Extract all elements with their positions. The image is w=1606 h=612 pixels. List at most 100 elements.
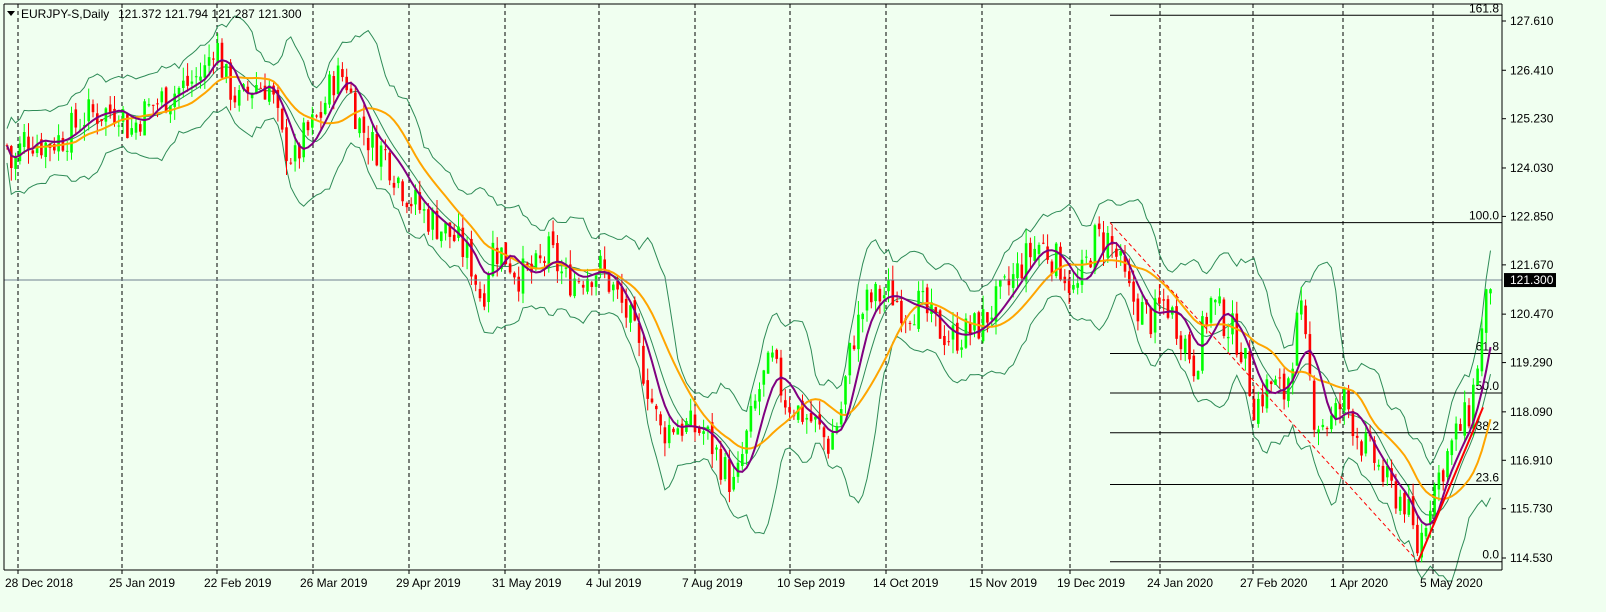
candle-body <box>1398 496 1402 511</box>
candle-body <box>414 189 417 205</box>
candle-body <box>990 317 993 320</box>
candle-body <box>31 150 35 154</box>
candle-body <box>612 284 615 291</box>
x-tick-label: 24 Jan 2020 <box>1147 576 1213 590</box>
candle-body <box>444 222 447 234</box>
candle-body <box>366 137 370 151</box>
candle-body <box>1459 424 1462 431</box>
candle-body <box>1360 441 1363 456</box>
candle-body <box>590 282 594 287</box>
candle-body <box>384 149 387 151</box>
candle-body <box>938 310 942 339</box>
candle-body <box>719 449 723 480</box>
y-tick-label: 116.910 <box>1510 453 1553 467</box>
candle-body <box>1252 398 1256 421</box>
candle-body <box>1183 338 1187 353</box>
candle-body <box>452 234 456 241</box>
y-tick-label: 120.470 <box>1510 307 1554 321</box>
candle-body <box>1162 299 1165 301</box>
candle-body <box>1016 263 1019 279</box>
candle-body <box>1003 276 1006 278</box>
candle-body <box>556 243 559 272</box>
candle-body <box>1463 402 1466 436</box>
candle-body <box>70 112 73 153</box>
candle-body <box>371 132 374 148</box>
candle-body <box>431 210 434 230</box>
candle-body <box>27 136 30 150</box>
x-tick-label: 22 Feb 2019 <box>204 576 272 590</box>
candle-body <box>108 104 112 112</box>
candle-body <box>1454 423 1458 440</box>
candle-body <box>852 345 856 350</box>
candle-body <box>483 293 486 307</box>
candle-body <box>349 88 353 93</box>
candle-body <box>667 424 671 444</box>
candle-body <box>702 431 705 434</box>
x-tick-label: 19 Dec 2019 <box>1057 576 1125 590</box>
price-chart[interactable]: 161.8100.061.850.038.223.60.0 127.610126… <box>0 0 1606 612</box>
candle-body <box>947 341 950 343</box>
candle-body <box>225 64 228 78</box>
candle-body <box>358 118 361 134</box>
candle-body <box>1484 289 1488 333</box>
candle-body <box>1097 223 1101 230</box>
candle-body <box>1450 440 1454 456</box>
candle-body <box>1325 428 1329 430</box>
candle-body <box>999 279 1002 287</box>
candle-body <box>951 325 955 340</box>
candle-body <box>900 300 903 324</box>
candle-body <box>1403 492 1406 515</box>
candle-body <box>1214 299 1217 303</box>
candle-body <box>1317 429 1320 433</box>
y-tick-label: 114.530 <box>1510 551 1553 565</box>
candle-body <box>1226 336 1230 339</box>
candle-body <box>311 114 314 128</box>
candle-body <box>44 142 47 158</box>
candle-body <box>917 290 920 329</box>
candle-body <box>151 104 155 106</box>
fib-level-label: 50.0 <box>1476 379 1500 393</box>
candle-body <box>766 352 770 374</box>
candle-body <box>624 298 628 318</box>
candle-body <box>715 447 718 450</box>
candle-body <box>573 278 576 297</box>
candle-body <box>237 90 241 106</box>
candle-body <box>1059 246 1062 281</box>
candle-body <box>1437 472 1441 490</box>
candle-body <box>1480 328 1484 372</box>
candle-body <box>1407 499 1411 515</box>
x-tick-label: 26 Mar 2019 <box>300 576 368 590</box>
candle-body <box>422 209 426 211</box>
candle-body <box>1476 368 1479 386</box>
y-tick-label: 125.230 <box>1510 112 1554 126</box>
candle-body <box>680 423 684 436</box>
candle-body <box>1020 264 1024 279</box>
y-tick-label: 115.730 <box>1510 502 1553 516</box>
candle-body <box>672 428 675 433</box>
candle-body <box>306 121 310 131</box>
candle-body <box>1046 246 1049 260</box>
candle-body <box>1287 378 1290 402</box>
candle-body <box>379 145 383 167</box>
x-tick-label: 10 Sep 2019 <box>777 576 845 590</box>
candle-body <box>543 260 546 263</box>
current-price-label: 121.300 <box>1510 273 1554 287</box>
candle-body <box>534 253 538 269</box>
candle-body <box>1364 433 1368 454</box>
candle-body <box>706 426 710 430</box>
candle-body <box>409 203 413 207</box>
candle-body <box>1085 256 1088 258</box>
candle-body <box>1278 377 1282 379</box>
candle-body <box>1244 347 1247 359</box>
candle-body <box>1158 297 1161 304</box>
candle-body <box>1308 334 1312 377</box>
candle-body <box>839 409 843 425</box>
candle-body <box>809 412 813 422</box>
candle-body <box>478 288 482 299</box>
candle-body <box>285 127 288 162</box>
candle-body <box>289 162 293 164</box>
candle-body <box>857 314 860 350</box>
candle-body <box>1433 484 1436 516</box>
candle-body <box>332 76 336 96</box>
candle-body <box>156 103 159 105</box>
